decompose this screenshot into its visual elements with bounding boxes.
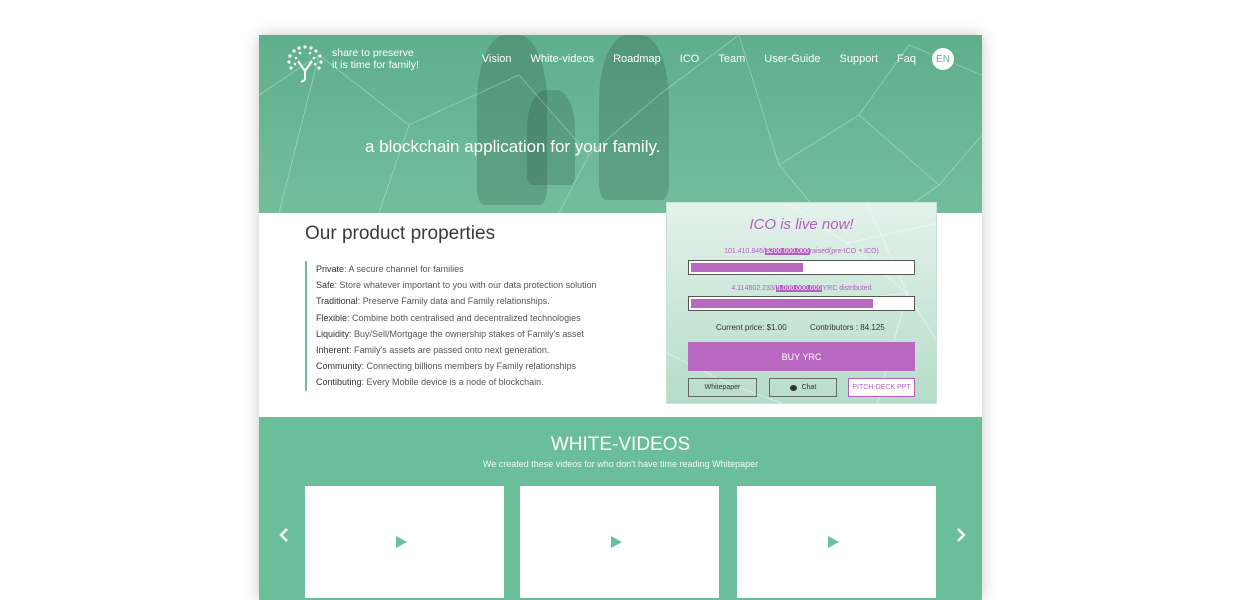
property-item: Liquidity: Buy/Sell/Mortgage the ownersh… xyxy=(316,326,597,342)
raised-progress-fill xyxy=(691,263,803,272)
property-label: Private xyxy=(316,264,345,274)
raised-target: $200.000.000 xyxy=(765,248,810,255)
videos-title: WHITE-VIDEOS xyxy=(550,434,691,455)
raised-text: 101.410.846/$200.000.000raised(pre-ICO +… xyxy=(667,248,936,255)
main-nav: Vision White-videos Roadmap ICO Team Use… xyxy=(482,48,954,70)
property-text: : A secure channel for families xyxy=(344,264,464,274)
property-text: : Preserve Family data and Family relati… xyxy=(357,296,550,307)
carousel-prev-arrow-icon[interactable] xyxy=(277,526,291,544)
nav-roadmap[interactable]: Roadmap xyxy=(613,53,661,65)
raised-suffix: raised(pre-ICO + ICO) xyxy=(809,248,879,255)
property-text: : Family's assets are passed onto next g… xyxy=(349,345,550,356)
distributed-progress-fill xyxy=(691,299,873,308)
pitch-deck-button[interactable]: PITCH-DECK PPT xyxy=(848,378,915,397)
brand-slogan: share to preserve it is time for family! xyxy=(332,47,419,71)
property-label: Safe xyxy=(316,280,335,291)
property-item: Traditional: Preserve Family data and Fa… xyxy=(316,293,597,309)
property-item: Private: A secure channel for families xyxy=(316,261,597,277)
raised-current: 101.410.846/ xyxy=(724,248,765,255)
property-label: Liquidity xyxy=(316,328,350,339)
brand-line-2: it is time for family! xyxy=(332,59,419,71)
hero-banner: share to preserve it is time for family!… xyxy=(259,35,982,213)
contributors-count: Contributors : 84.125 xyxy=(810,323,885,332)
property-item: Inherent: Family's assets are passed ont… xyxy=(316,342,597,358)
distributed-text: 4.114802.233/5.000.000.000YRC distribute… xyxy=(667,285,936,292)
logo-tree-icon xyxy=(287,45,323,83)
properties-list: Private: A secure channel for families S… xyxy=(305,261,597,391)
brand-line-1: share to preserve xyxy=(332,47,414,59)
language-selector[interactable]: EN xyxy=(932,48,954,70)
white-videos-section: WHITE-VIDEOS We created these videos for… xyxy=(259,417,982,600)
video-card[interactable] xyxy=(305,486,504,598)
video-card[interactable] xyxy=(737,486,936,598)
video-card[interactable] xyxy=(520,486,719,598)
property-item: Flexible: Combine both centralised and d… xyxy=(316,310,597,326)
property-label: Flexible xyxy=(316,312,348,323)
play-icon[interactable] xyxy=(611,536,622,548)
distributed-progress-bar xyxy=(688,296,915,311)
property-text: : Combine both centralised and decentral… xyxy=(347,312,581,323)
nav-team[interactable]: Team xyxy=(718,53,745,65)
chat-label: Chat xyxy=(801,384,817,391)
dist-current: 4.114802.233/ xyxy=(731,285,776,292)
chat-bubble-icon xyxy=(789,384,797,391)
buy-yrc-button[interactable]: BUY YRC xyxy=(688,342,915,371)
page: share to preserve it is time for family!… xyxy=(259,35,982,600)
property-text: : Buy/Sell/Mortgage the ownership stakes… xyxy=(349,328,584,339)
play-icon[interactable] xyxy=(396,536,407,548)
whitepaper-label: Whitepaper xyxy=(704,384,741,391)
nav-user-guide[interactable]: User-Guide xyxy=(764,53,820,65)
ico-title: ICO is live now! xyxy=(749,216,854,233)
raised-progress-bar xyxy=(688,260,915,275)
property-text: : Connecting billions members by Family … xyxy=(361,361,577,372)
nav-ico[interactable]: ICO xyxy=(680,53,700,65)
property-item: Contibuting: Every Mobile device is a no… xyxy=(316,374,597,390)
videos-subtitle: We created these videos for who don't ha… xyxy=(482,459,759,469)
property-item: Community: Connecting billions members b… xyxy=(316,358,597,374)
property-text: : Store whatever important to you with o… xyxy=(334,280,597,291)
hero-tagline: a blockchain application for your family… xyxy=(365,137,661,156)
property-text: : Every Mobile device is a node of block… xyxy=(361,377,544,388)
whitepaper-button[interactable]: Whitepaper xyxy=(688,378,757,397)
nav-white-videos[interactable]: White-videos xyxy=(531,53,595,65)
nav-support[interactable]: Support xyxy=(840,53,879,65)
property-label: Contibuting xyxy=(316,377,362,388)
ico-panel: ICO is live now! 101.410.846/$200.000.00… xyxy=(666,202,937,404)
dist-suffix: YRC distributed xyxy=(822,285,872,292)
property-label: Inherent xyxy=(316,345,350,356)
nav-faq[interactable]: Faq xyxy=(897,53,916,65)
properties-title: Our product properties xyxy=(305,223,496,244)
play-icon[interactable] xyxy=(828,536,839,548)
carousel-next-arrow-icon[interactable] xyxy=(954,526,968,544)
property-item: Safe: Store whatever important to you wi… xyxy=(316,277,597,293)
chat-button[interactable]: Chat xyxy=(769,378,837,397)
dist-target: 5.000.000.000 xyxy=(775,285,823,292)
nav-vision[interactable]: Vision xyxy=(482,53,512,65)
current-price: Current price: $1.00 xyxy=(716,323,787,332)
property-label: Community xyxy=(316,361,362,372)
property-label: Traditional xyxy=(316,296,358,307)
